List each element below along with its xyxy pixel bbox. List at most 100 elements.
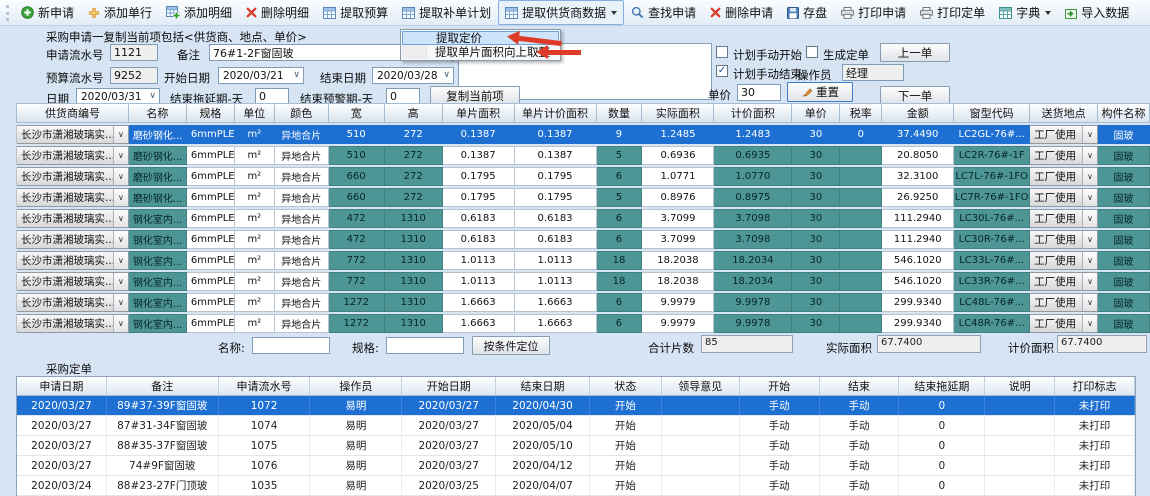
- order-table-row[interactable]: 2020/03/2774#9F窗固玻1076易明2020/03/272020/0…: [17, 456, 1135, 476]
- order-column-header-request-no[interactable]: 申请流水号: [219, 377, 311, 395]
- detail-table-row[interactable]: 长沙市潇湘玻璃实...∨磨砂钢化...6mmPLE...m²异地合片660272…: [16, 188, 1150, 207]
- order-table-row[interactable]: 2020/03/2787#31-34F窗固玻1074易明2020/03/2720…: [17, 416, 1135, 436]
- chevron-down-icon[interactable]: ∨: [113, 168, 128, 185]
- column-header-unit[interactable]: 单位: [235, 103, 275, 123]
- operator-field[interactable]: [842, 64, 904, 81]
- locate-by-condition-button[interactable]: 按条件定位: [472, 336, 550, 355]
- prev-order-button[interactable]: 上一单: [880, 43, 950, 62]
- chevron-down-icon[interactable]: ∨: [1082, 315, 1097, 332]
- toolbar-button-extract-budget[interactable]: 提取预算: [316, 0, 395, 25]
- cell-supplier-dropdown[interactable]: 长沙市潇湘玻璃实...∨: [17, 251, 129, 270]
- chevron-down-icon[interactable]: ∨: [1082, 189, 1097, 206]
- detail-table-row[interactable]: 长沙市潇湘玻璃实...∨钢化室内...6mmPLE...m²异地合片772131…: [16, 251, 1150, 270]
- chevron-down-icon[interactable]: ∨: [1082, 210, 1097, 227]
- cell-supplier-dropdown[interactable]: 长沙市潇湘玻璃实...∨: [17, 209, 129, 228]
- toolbar-button-find-request[interactable]: 查找申请: [624, 0, 703, 25]
- column-header-unit-price[interactable]: 单价: [792, 103, 840, 123]
- cell-delivery-dropdown[interactable]: 工厂使用∨: [1030, 272, 1098, 291]
- detail-table-row[interactable]: 长沙市潇湘玻璃实...∨钢化室内...6mmPLE...m²异地合片472131…: [16, 230, 1150, 249]
- detail-table-row[interactable]: 长沙市潇湘玻璃实...∨钢化室内...6mmPLE...m²异地合片127213…: [16, 293, 1150, 312]
- detail-table-row[interactable]: 长沙市潇湘玻璃实...∨钢化室内...6mmPLE...m²异地合片472131…: [16, 209, 1150, 228]
- column-header-qty[interactable]: 数量: [597, 103, 643, 123]
- column-header-supplier[interactable]: 供货商编号: [17, 103, 129, 123]
- chevron-down-icon[interactable]: ∨: [1082, 231, 1097, 248]
- cell-delivery-dropdown[interactable]: 工厂使用∨: [1030, 314, 1098, 333]
- chevron-down-icon[interactable]: ∨: [1082, 126, 1097, 143]
- chevron-down-icon[interactable]: ∨: [1082, 147, 1097, 164]
- column-header-tax-rate[interactable]: 税率: [840, 103, 882, 123]
- chevron-down-icon[interactable]: ∨: [113, 147, 128, 164]
- column-header-actual-area[interactable]: 实际面积: [642, 103, 714, 123]
- cell-delivery-dropdown[interactable]: 工厂使用∨: [1030, 146, 1098, 165]
- order-column-header-start[interactable]: 开始: [740, 377, 820, 395]
- column-header-amount[interactable]: 金额: [882, 103, 954, 123]
- toolbar-button-add-row[interactable]: 添加单行: [81, 0, 159, 25]
- chevron-down-icon[interactable]: ∨: [113, 210, 128, 227]
- cell-delivery-dropdown[interactable]: 工厂使用∨: [1030, 167, 1098, 186]
- column-header-color[interactable]: 颜色: [275, 103, 329, 123]
- detail-table-row[interactable]: 长沙市潇湘玻璃实...∨钢化室内...6mmPLE...m²异地合片772131…: [16, 272, 1150, 291]
- order-table-row[interactable]: 2020/03/2488#23-27F门顶玻1035易明2020/03/2520…: [17, 476, 1135, 496]
- order-column-header-status[interactable]: 状态: [590, 377, 662, 395]
- chevron-down-icon[interactable]: ∨: [1082, 273, 1097, 290]
- chevron-down-icon[interactable]: ∨: [1082, 168, 1097, 185]
- cell-delivery-dropdown[interactable]: 工厂使用∨: [1030, 188, 1098, 207]
- column-header-height[interactable]: 高: [385, 103, 443, 123]
- order-column-header-note[interactable]: 说明: [985, 377, 1055, 395]
- budget-no-field[interactable]: [110, 67, 158, 84]
- order-column-header-apply-date[interactable]: 申请日期: [17, 377, 107, 395]
- column-header-spec[interactable]: 规格: [187, 103, 235, 123]
- detail-table-row[interactable]: 长沙市潇湘玻璃实...∨磨砂钢化...6mmPLE...m²异地合片660272…: [16, 167, 1150, 186]
- column-header-width[interactable]: 宽: [329, 103, 385, 123]
- order-column-header-remark[interactable]: 备注: [107, 377, 219, 395]
- end-date-combo[interactable]: 2020/03/28 ∨: [372, 67, 454, 84]
- chevron-down-icon[interactable]: ∨: [1082, 294, 1097, 311]
- cell-supplier-dropdown[interactable]: 长沙市潇湘玻璃实...∨: [17, 272, 129, 291]
- chevron-down-icon[interactable]: ∨: [113, 294, 128, 311]
- cell-delivery-dropdown[interactable]: 工厂使用∨: [1030, 293, 1098, 312]
- toolbar-button-add-detail[interactable]: 添加明细: [159, 0, 239, 25]
- remark-field[interactable]: [209, 44, 429, 61]
- column-header-component[interactable]: 构件名称: [1098, 103, 1150, 123]
- plan-manual-start-checkbox[interactable]: ✓: [716, 46, 728, 58]
- toolbar-button-import-data[interactable]: 导入数据: [1058, 0, 1136, 25]
- toolbar-button-delete-detail[interactable]: 删除明细: [239, 0, 316, 25]
- toolbar-button-extract-supplement-plan[interactable]: 提取补单计划: [395, 0, 498, 25]
- cell-supplier-dropdown[interactable]: 长沙市潇湘玻璃实...∨: [17, 293, 129, 312]
- chevron-down-icon[interactable]: ∨: [113, 315, 128, 332]
- cell-supplier-dropdown[interactable]: 长沙市潇湘玻璃实...∨: [17, 314, 129, 333]
- order-table-row[interactable]: 2020/03/2789#37-39F窗固玻1072易明2020/03/2720…: [17, 396, 1135, 416]
- toolbar-button-print-order[interactable]: 打印定单: [913, 0, 992, 25]
- order-column-header-print-flag[interactable]: 打印标志: [1055, 377, 1135, 395]
- filter-name-input[interactable]: [252, 337, 330, 354]
- toolbar-button-dictionary[interactable]: 字典: [992, 0, 1058, 25]
- request-no-field[interactable]: [110, 44, 158, 61]
- column-header-price-area[interactable]: 计价面积: [714, 103, 792, 123]
- order-column-header-end-delay[interactable]: 结束拖延期: [899, 377, 985, 395]
- chevron-down-icon[interactable]: ∨: [113, 252, 128, 269]
- cell-supplier-dropdown[interactable]: 长沙市潇湘玻璃实...∨: [17, 188, 129, 207]
- start-date-combo[interactable]: 2020/03/21 ∨: [218, 67, 304, 84]
- generate-order-checkbox[interactable]: ✓: [806, 46, 818, 58]
- order-column-header-end-date[interactable]: 结束日期: [496, 377, 590, 395]
- toolbar-button-new-request[interactable]: 新申请: [14, 0, 81, 25]
- cell-delivery-dropdown[interactable]: 工厂使用∨: [1030, 125, 1098, 144]
- toolbar-button-extract-supplier-data[interactable]: 提取供货商数据: [498, 0, 624, 25]
- detail-table-row[interactable]: 长沙市潇湘玻璃实...∨钢化室内...6mmPLE...m²异地合片127213…: [16, 314, 1150, 333]
- detail-table-row[interactable]: 长沙市潇湘玻璃实...∨磨砂钢化...6mmPLE...m²异地合片510272…: [16, 125, 1150, 144]
- reset-button[interactable]: 重置: [787, 82, 853, 102]
- toolbar-button-delete-request[interactable]: 删除申请: [703, 0, 780, 25]
- cell-supplier-dropdown[interactable]: 长沙市潇湘玻璃实...∨: [17, 125, 129, 144]
- cell-supplier-dropdown[interactable]: 长沙市潇湘玻璃实...∨: [17, 146, 129, 165]
- detail-table-row[interactable]: 长沙市潇湘玻璃实...∨磨砂钢化...6mmPLE...m²异地合片510272…: [16, 146, 1150, 165]
- cell-supplier-dropdown[interactable]: 长沙市潇湘玻璃实...∨: [17, 167, 129, 186]
- order-table-row[interactable]: 2020/03/2788#35-37F窗固玻1075易明2020/03/2720…: [17, 436, 1135, 456]
- column-header-window-code[interactable]: 窗型代码: [954, 103, 1030, 123]
- chevron-down-icon[interactable]: ∨: [113, 189, 128, 206]
- toolbar-button-save[interactable]: 存盘: [780, 0, 834, 25]
- toolbar-button-print-request[interactable]: 打印申请: [834, 0, 913, 25]
- filter-spec-input[interactable]: [386, 337, 464, 354]
- column-header-delivery[interactable]: 送货地点: [1030, 103, 1098, 123]
- order-column-header-operator[interactable]: 操作员: [310, 377, 402, 395]
- order-column-header-end[interactable]: 结束: [820, 377, 900, 395]
